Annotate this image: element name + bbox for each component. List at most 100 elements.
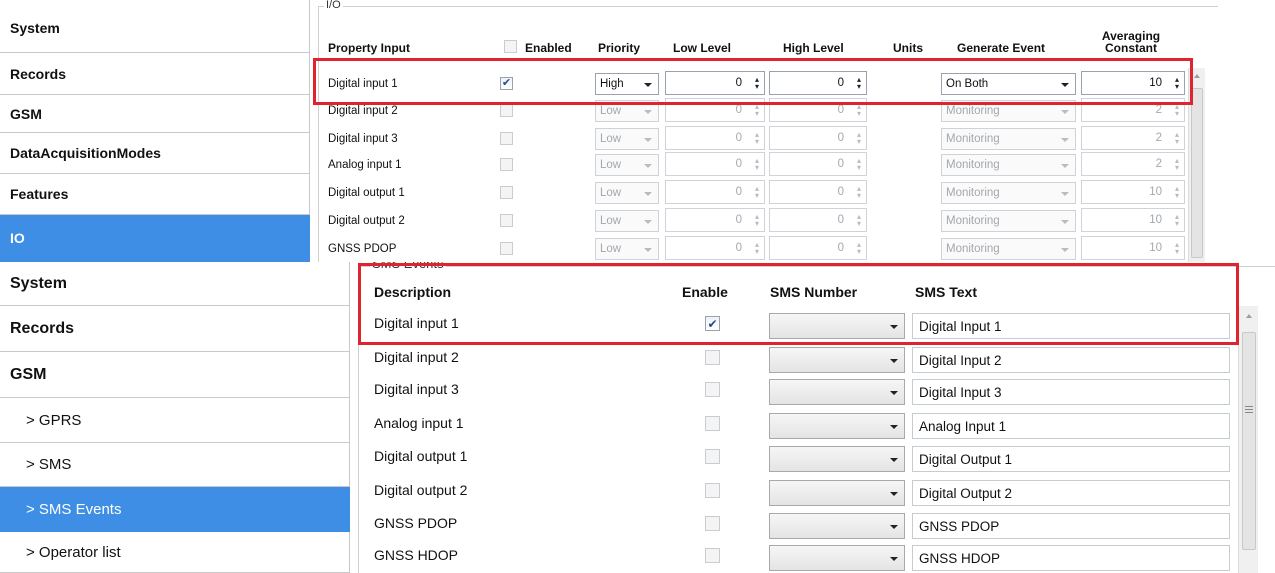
io-row-priority-select[interactable]: Low [595,238,659,260]
sms-row-number-select[interactable] [769,347,905,373]
io-row-low-level-spinner[interactable]: 0 ▴ ▾ [665,152,765,176]
nav-item-system[interactable]: System [0,262,350,306]
io-row-priority-select[interactable]: Low [595,210,659,232]
spin-updown-icon[interactable]: ▴ ▾ [755,157,759,172]
io-row-high-level-spinner[interactable]: 0 ▴ ▾ [769,126,867,150]
io-row-generate-event-select[interactable]: Monitoring [941,100,1076,122]
io-row-enabled-checkbox[interactable] [500,214,513,227]
io-row-high-level-spinner[interactable]: 0 ▴ ▾ [769,152,867,176]
spin-updown-icon[interactable]: ▴ ▾ [755,213,759,228]
nav-item-sms-events[interactable]: > SMS Events [0,487,350,532]
nav-item-operator-list[interactable]: > Operator list [0,532,350,573]
sms-row-number-select[interactable] [769,480,905,506]
io-row-enabled-checkbox[interactable] [500,186,513,199]
sms-row-text-input[interactable]: GNSS HDOP [912,545,1230,571]
spin-updown-icon[interactable]: ▴ ▾ [857,185,861,200]
io-row-averaging-constant-spinner[interactable]: 10 ▴ ▾ [1081,71,1185,95]
spin-updown-icon[interactable]: ▴ ▾ [857,157,861,172]
sms-row-enable-checkbox[interactable] [705,416,720,431]
nav-item-gsm[interactable]: GSM [0,352,350,398]
io-row-low-level-spinner[interactable]: 0 ▴ ▾ [665,98,765,122]
io-row-priority-select[interactable]: Low [595,154,659,176]
io-row-enabled-checkbox[interactable] [500,242,513,255]
io-row-low-level-spinner[interactable]: 0 ▴ ▾ [665,208,765,232]
spin-updown-icon[interactable]: ▴ ▾ [857,131,861,146]
spin-updown-icon[interactable]: ▴ ▾ [1175,185,1179,200]
io-row-generate-event-select[interactable]: Monitoring [941,182,1076,204]
io-row-enabled-checkbox[interactable] [500,104,513,117]
nav-item-system[interactable]: System [0,0,310,53]
io-row-enabled-checkbox[interactable] [500,158,513,171]
io-row-enabled-checkbox[interactable] [500,132,513,145]
nav-item-features[interactable]: Features [0,174,310,215]
nav-item-dataacquisitionmodes[interactable]: DataAcquisitionModes [0,133,310,174]
io-row-averaging-constant-spinner[interactable]: 2 ▴ ▾ [1081,98,1185,122]
io-row-generate-event-select[interactable]: Monitoring [941,154,1076,176]
nav-item-io[interactable]: IO [0,215,310,262]
io-scrollbar[interactable] [1188,68,1205,262]
spin-updown-icon[interactable]: ▴ ▾ [1175,213,1179,228]
enabled-all-checkbox[interactable] [504,40,517,53]
sms-row-number-select[interactable] [769,313,905,339]
nav-item-sms[interactable]: > SMS [0,443,350,487]
io-row-averaging-constant-spinner[interactable]: 10 ▴ ▾ [1081,236,1185,260]
sms-row-number-select[interactable] [769,513,905,539]
io-row-priority-select[interactable]: Low [595,128,659,150]
spin-updown-icon[interactable]: ▴ ▾ [1175,103,1179,118]
spin-updown-icon[interactable]: ▴ ▾ [755,76,759,91]
io-row-priority-select[interactable]: High [595,73,659,95]
io-row-high-level-spinner[interactable]: 0 ▴ ▾ [769,98,867,122]
spin-updown-icon[interactable]: ▴ ▾ [1175,131,1179,146]
nav-item-gprs[interactable]: > GPRS [0,398,350,443]
io-row-low-level-spinner[interactable]: 0 ▴ ▾ [665,71,765,95]
sms-scrollbar[interactable] [1238,306,1258,573]
sms-row-enable-checkbox[interactable] [705,483,720,498]
sms-row-enable-checkbox[interactable] [705,548,720,563]
sms-row-enable-checkbox[interactable] [705,516,720,531]
spin-updown-icon[interactable]: ▴ ▾ [1175,241,1179,256]
spin-updown-icon[interactable]: ▴ ▾ [857,241,861,256]
spin-updown-icon[interactable]: ▴ ▾ [857,213,861,228]
sms-row-number-select[interactable] [769,446,905,472]
scroll-up-arrow-icon[interactable] [1194,74,1200,78]
spin-updown-icon[interactable]: ▴ ▾ [755,103,759,118]
io-row-averaging-constant-spinner[interactable]: 2 ▴ ▾ [1081,126,1185,150]
io-row-generate-event-select[interactable]: Monitoring [941,128,1076,150]
sms-row-enable-checkbox[interactable] [705,350,720,365]
spin-updown-icon[interactable]: ▴ ▾ [857,103,861,118]
spin-updown-icon[interactable]: ▴ ▾ [755,185,759,200]
io-row-generate-event-select[interactable]: Monitoring [941,238,1076,260]
io-row-high-level-spinner[interactable]: 0 ▴ ▾ [769,71,867,95]
io-row-high-level-spinner[interactable]: 0 ▴ ▾ [769,180,867,204]
sms-row-text-input[interactable]: Digital Input 3 [912,379,1230,405]
spin-updown-icon[interactable]: ▴ ▾ [755,241,759,256]
io-row-enabled-checkbox[interactable]: ✔ [500,77,513,90]
scroll-up-arrow-icon[interactable] [1246,314,1252,318]
io-row-high-level-spinner[interactable]: 0 ▴ ▾ [769,208,867,232]
io-row-averaging-constant-spinner[interactable]: 10 ▴ ▾ [1081,180,1185,204]
sms-row-number-select[interactable] [769,379,905,405]
io-row-averaging-constant-spinner[interactable]: 2 ▴ ▾ [1081,152,1185,176]
io-row-priority-select[interactable]: Low [595,182,659,204]
io-row-low-level-spinner[interactable]: 0 ▴ ▾ [665,236,765,260]
sms-row-enable-checkbox[interactable] [705,449,720,464]
nav-item-records[interactable]: Records [0,53,310,95]
io-row-generate-event-select[interactable]: Monitoring [941,210,1076,232]
spin-updown-icon[interactable]: ▴ ▾ [1175,157,1179,172]
sms-row-enable-checkbox[interactable]: ✔ [705,316,720,331]
io-scroll-thumb[interactable] [1191,88,1203,258]
spin-updown-icon[interactable]: ▴ ▾ [1175,76,1179,91]
sms-row-enable-checkbox[interactable] [705,382,720,397]
sms-scroll-thumb[interactable] [1242,332,1256,550]
nav-item-gsm[interactable]: GSM [0,95,310,133]
io-row-priority-select[interactable]: Low [595,100,659,122]
io-row-low-level-spinner[interactable]: 0 ▴ ▾ [665,180,765,204]
sms-row-number-select[interactable] [769,545,905,571]
sms-row-text-input[interactable]: Digital Input 1 [912,313,1230,339]
io-row-high-level-spinner[interactable]: 0 ▴ ▾ [769,236,867,260]
sms-row-text-input[interactable]: Digital Output 2 [912,480,1230,506]
io-row-generate-event-select[interactable]: On Both [941,73,1076,95]
sms-row-text-input[interactable]: Analog Input 1 [912,413,1230,439]
io-row-averaging-constant-spinner[interactable]: 10 ▴ ▾ [1081,208,1185,232]
io-row-low-level-spinner[interactable]: 0 ▴ ▾ [665,126,765,150]
